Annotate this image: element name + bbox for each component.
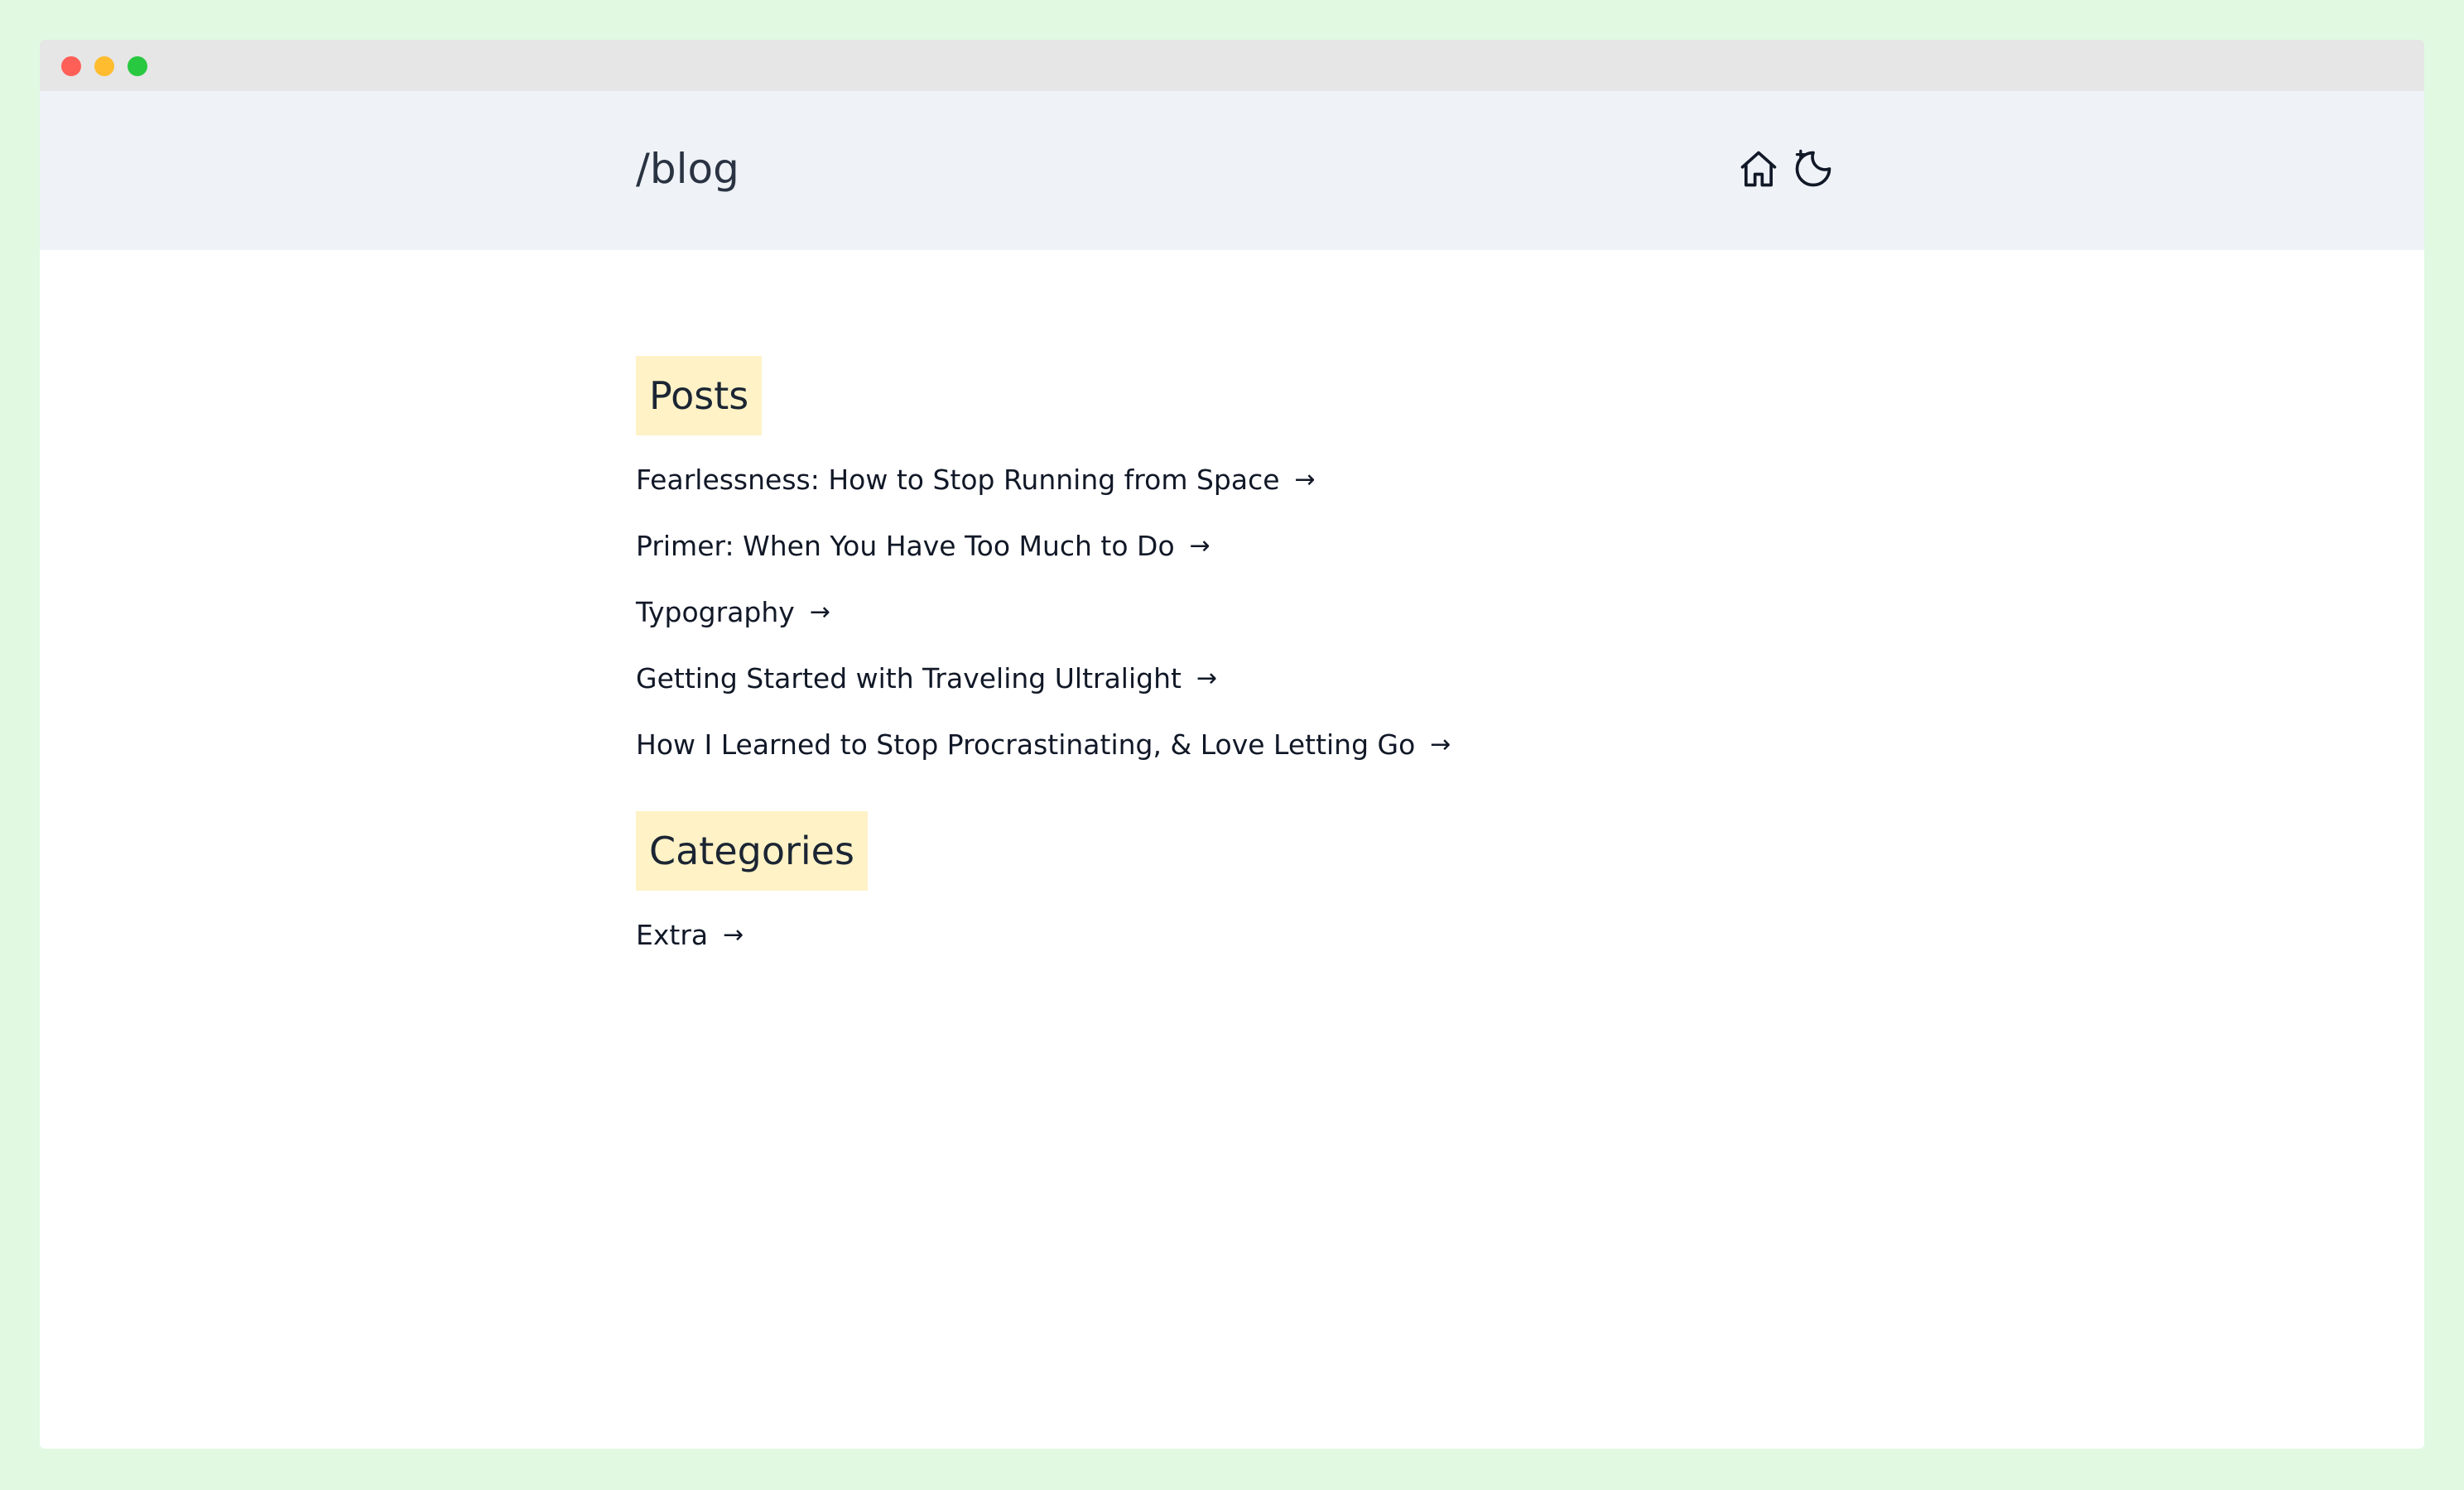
categories-heading: Categories [636, 811, 868, 891]
arrow-right-icon: → [809, 598, 830, 627]
close-window-button[interactable] [61, 56, 81, 76]
category-link[interactable]: Extra → [636, 916, 744, 955]
browser-window: /blog Posts Fearlessness: How to Stop Ru… [40, 40, 2424, 1449]
site-header: /blog [40, 91, 2424, 250]
post-link-label: Primer: When You Have Too Much to Do [636, 530, 1175, 562]
list-item: Extra → [636, 916, 1828, 982]
home-icon[interactable] [1737, 147, 1780, 190]
list-item: Primer: When You Have Too Much to Do → [636, 526, 1828, 593]
category-link-label: Extra [636, 919, 709, 951]
window-titlebar [40, 40, 2424, 91]
maximize-window-button[interactable] [128, 56, 147, 76]
post-link[interactable]: How I Learned to Stop Procrastinating, &… [636, 725, 1451, 765]
arrow-right-icon: → [1430, 730, 1451, 759]
main-content: Posts Fearlessness: How to Stop Running … [636, 356, 1828, 982]
post-link-label: How I Learned to Stop Procrastinating, &… [636, 728, 1416, 761]
categories-section: Categories Extra → [636, 811, 1828, 982]
list-item: How I Learned to Stop Procrastinating, &… [636, 725, 1828, 791]
categories-list: Extra → [636, 916, 1828, 982]
post-link-label: Getting Started with Traveling Ultraligh… [636, 662, 1181, 695]
posts-list: Fearlessness: How to Stop Running from S… [636, 460, 1828, 791]
posts-heading: Posts [636, 356, 763, 435]
arrow-right-icon: → [1196, 664, 1218, 693]
list-item: Fearlessness: How to Stop Running from S… [636, 460, 1828, 526]
arrow-right-icon: → [1189, 531, 1210, 560]
list-item: Typography → [636, 593, 1828, 659]
post-link[interactable]: Fearlessness: How to Stop Running from S… [636, 460, 1316, 500]
minimize-window-button[interactable] [94, 56, 114, 76]
list-item: Getting Started with Traveling Ultraligh… [636, 659, 1828, 725]
post-link[interactable]: Typography → [636, 593, 830, 632]
arrow-right-icon: → [1294, 465, 1316, 494]
post-link[interactable]: Getting Started with Traveling Ultraligh… [636, 659, 1217, 699]
post-link[interactable]: Primer: When You Have Too Much to Do → [636, 526, 1210, 566]
moon-sparkle-icon[interactable] [1792, 147, 1835, 190]
arrow-right-icon: → [723, 920, 744, 949]
post-link-label: Fearlessness: How to Stop Running from S… [636, 464, 1280, 496]
site-title-link[interactable]: /blog [636, 144, 739, 194]
header-icons [1737, 147, 1835, 190]
posts-section: Posts Fearlessness: How to Stop Running … [636, 356, 1828, 791]
post-link-label: Typography [636, 596, 795, 628]
